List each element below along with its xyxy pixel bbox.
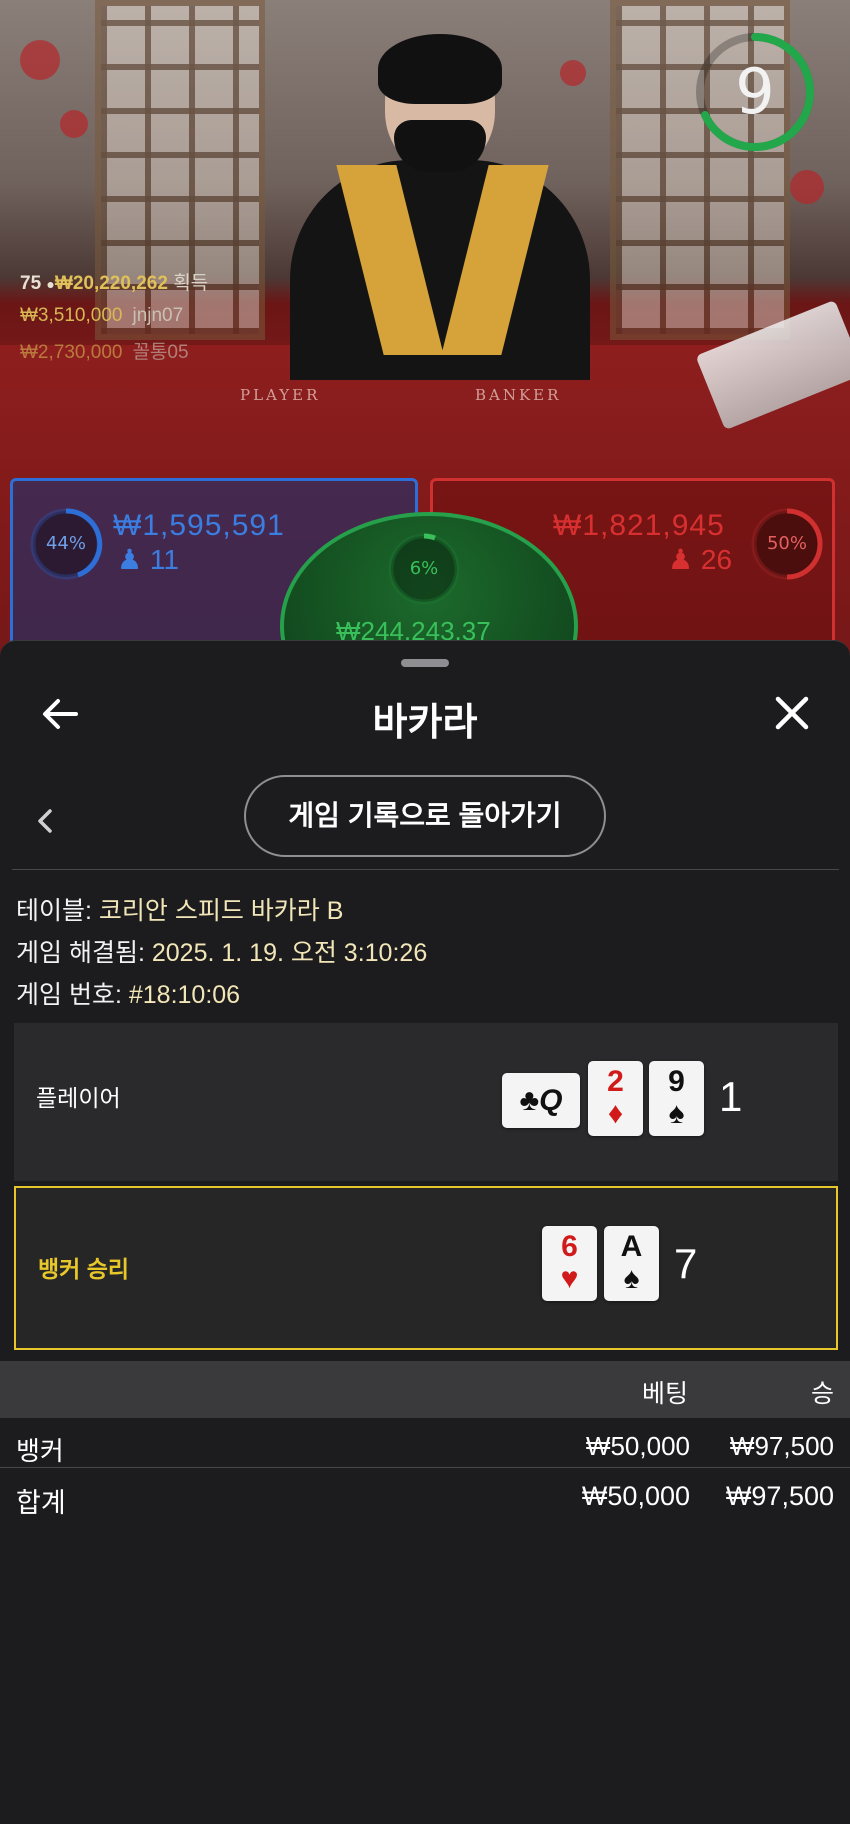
divider	[12, 869, 839, 870]
bet-name: 뱅커	[16, 1436, 64, 1466]
player-score: 1	[719, 1073, 743, 1120]
card-suit: ♦	[607, 1097, 624, 1130]
player-hand-label: 플레이어	[36, 1085, 121, 1111]
divider	[0, 1467, 850, 1468]
table-label-player: PLAYER	[240, 386, 321, 404]
card-suit: ♠	[623, 1262, 640, 1295]
bet-amount: ₩50,000	[585, 1431, 690, 1461]
info-resolved-label: 게임 해결됨:	[16, 939, 145, 967]
info-number: 게임 번호: #18:10:06	[16, 975, 240, 1011]
winner-amount: ₩2,730,000	[20, 342, 123, 363]
sheet-title: 바카라	[372, 702, 478, 744]
banker-cards: 6 ♥ A ♠	[542, 1226, 672, 1306]
info-resolved: 게임 해결됨: 2025. 1. 19. 오전 3:10:26	[16, 933, 427, 969]
card-rank: A	[620, 1230, 643, 1263]
winner-name: 꼴통05	[132, 342, 189, 363]
card-rank: 9	[668, 1065, 685, 1098]
countdown-timer: 9	[693, 30, 817, 154]
banker-percent: 50%	[766, 533, 807, 554]
timer-value: 9	[735, 55, 775, 128]
bets-header-win: 승	[810, 1380, 834, 1408]
winners-suffix: 획득	[173, 273, 209, 294]
winners-total: ₩20,220,262	[54, 273, 168, 294]
person-icon: ♟	[668, 544, 694, 575]
winners-panel: 75 ●₩20,220,262 획득 ₩3,510,000 jnjn07 ₩2,7…	[20, 268, 208, 364]
playing-card: A ♠	[604, 1226, 659, 1301]
person-icon: ♟	[117, 544, 143, 575]
card-rank: 6	[561, 1230, 578, 1263]
drag-handle[interactable]	[401, 659, 449, 667]
banker-hand-label: 뱅커 승리	[38, 1256, 130, 1282]
info-number-value: #18:10:06	[128, 981, 241, 1009]
card-rank: Q	[539, 1084, 563, 1117]
dealer	[290, 34, 590, 380]
game-history-sheet: 바카라 게임 기록으로 돌아가기 테이블: 코리안 스피드 바카라 B 게임 해…	[0, 640, 850, 1824]
total-win: ₩97,500	[725, 1481, 834, 1511]
playing-card: 2 ♦	[588, 1061, 643, 1136]
player-bet-amount: ₩1,595,591	[113, 509, 285, 542]
info-number-label: 게임 번호:	[16, 981, 122, 1009]
bets-table-header: 베팅 승	[0, 1361, 850, 1418]
banker-bet-amount: ₩1,821,945	[553, 509, 725, 542]
close-icon[interactable]	[766, 687, 818, 739]
player-percent: 44%	[45, 533, 86, 554]
winners-count: 75	[20, 273, 42, 294]
playing-card: ♣Q	[502, 1073, 580, 1128]
player-hand-row: 플레이어 ♣Q 2 ♦ 9 ♠ 1	[14, 1023, 838, 1181]
player-bet-count: ♟ 11	[117, 543, 179, 576]
player-cards: ♣Q 2 ♦ 9 ♠	[502, 1061, 742, 1141]
winner-name: jnjn07	[132, 305, 184, 326]
blossom-decoration	[20, 40, 60, 80]
total-row: 합계 ₩50,000 ₩97,500	[0, 1471, 850, 1519]
playing-card: 9 ♠	[649, 1061, 704, 1136]
total-label: 합계	[16, 1488, 66, 1518]
bets-header-bet: 베팅	[641, 1380, 688, 1408]
card-suit: ♥	[560, 1262, 579, 1295]
tie-percent-ring: 6%	[385, 530, 463, 608]
info-table-label: 테이블:	[16, 897, 92, 925]
person-icon: ●	[46, 276, 55, 292]
banker-percent-ring: 50%	[748, 505, 826, 583]
playing-card: 6 ♥	[542, 1226, 597, 1301]
total-bet: ₩50,000	[581, 1481, 690, 1511]
banker-bet-count: ♟ 26	[668, 543, 732, 576]
player-percent-ring: 44%	[27, 505, 105, 583]
win-amount: ₩97,500	[729, 1431, 834, 1461]
banker-count-value: 26	[700, 544, 733, 575]
banker-score: 7	[674, 1240, 698, 1287]
winner-amount: ₩3,510,000	[20, 305, 123, 326]
winner-row: ₩2,730,000 꼴통05	[20, 337, 208, 364]
card-suit: ♠	[668, 1097, 685, 1130]
blossom-decoration	[60, 110, 88, 138]
blossom-decoration	[790, 170, 824, 204]
banker-hand-row: 뱅커 승리 6 ♥ A ♠ 7	[14, 1186, 838, 1350]
info-resolved-value: 2025. 1. 19. 오전 3:10:26	[151, 939, 428, 967]
back-to-history-button[interactable]: 게임 기록으로 돌아가기	[244, 775, 606, 857]
player-count-value: 11	[149, 544, 179, 575]
winner-row: ₩3,510,000 jnjn07	[20, 305, 208, 327]
info-table-value: 코리안 스피드 바카라 B	[98, 897, 344, 925]
table-row: 뱅커 ₩50,000 ₩97,500	[0, 1423, 850, 1471]
info-table: 테이블: 코리안 스피드 바카라 B	[16, 891, 343, 927]
winners-summary: 75 ●₩20,220,262 획득	[20, 268, 208, 295]
card-rank: 2	[607, 1065, 624, 1098]
chevron-left-icon[interactable]	[30, 801, 60, 841]
table-label-banker: BANKER	[475, 386, 562, 404]
tie-percent: 6%	[409, 558, 439, 579]
card-suit: ♣	[519, 1084, 540, 1117]
